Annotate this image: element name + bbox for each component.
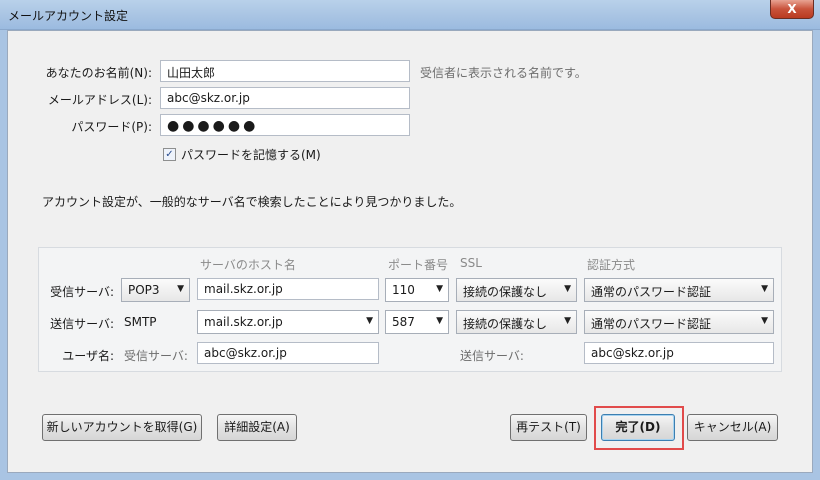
outgoing-ssl-select[interactable]: 接続の保護なし ▼	[456, 310, 577, 334]
outgoing-host-value: mail.skz.or.jp	[204, 315, 283, 329]
discovery-notice: アカウント設定が、一般的なサーバ名で検索したことにより見つかりました。	[42, 195, 462, 209]
title-bar: メールアカウント設定 X	[0, 0, 820, 30]
outgoing-auth-select[interactable]: 通常のパスワード認証 ▼	[584, 310, 774, 334]
incoming-ssl-select[interactable]: 接続の保護なし ▼	[456, 278, 577, 302]
window-frame-right	[813, 30, 820, 480]
chevron-down-icon: ▼	[564, 316, 571, 326]
remember-password-row[interactable]: ✓ パスワードを記憶する(M)	[163, 146, 321, 163]
done-button[interactable]: 完了(D)	[601, 414, 675, 441]
username-incoming-label: 受信サーバ:	[124, 349, 188, 363]
port-column-header: ポート番号	[388, 258, 449, 272]
name-field[interactable]: 山田太郎	[160, 60, 410, 82]
advanced-settings-button[interactable]: 詳細設定(A)	[217, 414, 297, 441]
outgoing-ssl-value: 接続の保護なし	[463, 317, 548, 331]
outgoing-protocol: SMTP	[124, 315, 157, 329]
incoming-protocol-value: POP3	[128, 283, 160, 297]
close-button[interactable]: X	[770, 0, 814, 19]
password-field[interactable]: ●●●●●●	[160, 114, 410, 136]
window-frame-bottom	[0, 473, 820, 480]
remember-password-checkbox[interactable]: ✓	[163, 148, 176, 161]
chevron-down-icon: ▼	[436, 284, 443, 294]
incoming-port-combo[interactable]: 110 ▼	[385, 278, 449, 302]
retest-button[interactable]: 再テスト(T)	[510, 414, 587, 441]
incoming-protocol-select[interactable]: POP3 ▼	[121, 278, 190, 302]
username-label: ユーザ名:	[62, 349, 114, 363]
chevron-down-icon: ▼	[761, 316, 768, 326]
outgoing-username-field[interactable]: abc@skz.or.jp	[584, 342, 774, 364]
password-label: パスワード(P):	[71, 120, 152, 134]
window-frame-left	[0, 30, 7, 480]
ssl-column-header: SSL	[460, 256, 482, 270]
incoming-username-field[interactable]: abc@skz.or.jp	[197, 342, 379, 364]
outgoing-port-combo[interactable]: 587 ▼	[385, 310, 449, 334]
chevron-down-icon: ▼	[177, 284, 184, 294]
host-column-header: サーバのホスト名	[200, 258, 296, 272]
email-field[interactable]: abc@skz.or.jp	[160, 87, 410, 109]
outgoing-port-value: 587	[392, 315, 415, 329]
chevron-down-icon: ▼	[436, 316, 443, 326]
outgoing-host-combo[interactable]: mail.skz.or.jp ▼	[197, 310, 379, 334]
name-label: あなたのお名前(N):	[45, 66, 152, 80]
outgoing-auth-value: 通常のパスワード認証	[591, 317, 712, 331]
username-outgoing-label: 送信サーバ:	[460, 349, 524, 363]
incoming-host-field[interactable]: mail.skz.or.jp	[197, 278, 379, 300]
window-title: メールアカウント設定	[8, 9, 129, 23]
name-hint: 受信者に表示される名前です。	[420, 66, 587, 80]
incoming-auth-select[interactable]: 通常のパスワード認証 ▼	[584, 278, 774, 302]
outgoing-server-label: 送信サーバ:	[50, 317, 114, 331]
new-account-button[interactable]: 新しいアカウントを取得(G)	[42, 414, 202, 441]
email-label: メールアドレス(L):	[47, 93, 152, 107]
incoming-ssl-value: 接続の保護なし	[463, 285, 548, 299]
chevron-down-icon: ▼	[761, 284, 768, 294]
chevron-down-icon: ▼	[366, 316, 373, 326]
chevron-down-icon: ▼	[564, 284, 571, 294]
auth-column-header: 認証方式	[587, 258, 636, 272]
incoming-port-value: 110	[392, 283, 415, 297]
remember-password-label: パスワードを記憶する(M)	[181, 148, 321, 162]
incoming-server-label: 受信サーバ:	[50, 285, 114, 299]
incoming-auth-value: 通常のパスワード認証	[591, 285, 712, 299]
cancel-button[interactable]: キャンセル(A)	[687, 414, 778, 441]
